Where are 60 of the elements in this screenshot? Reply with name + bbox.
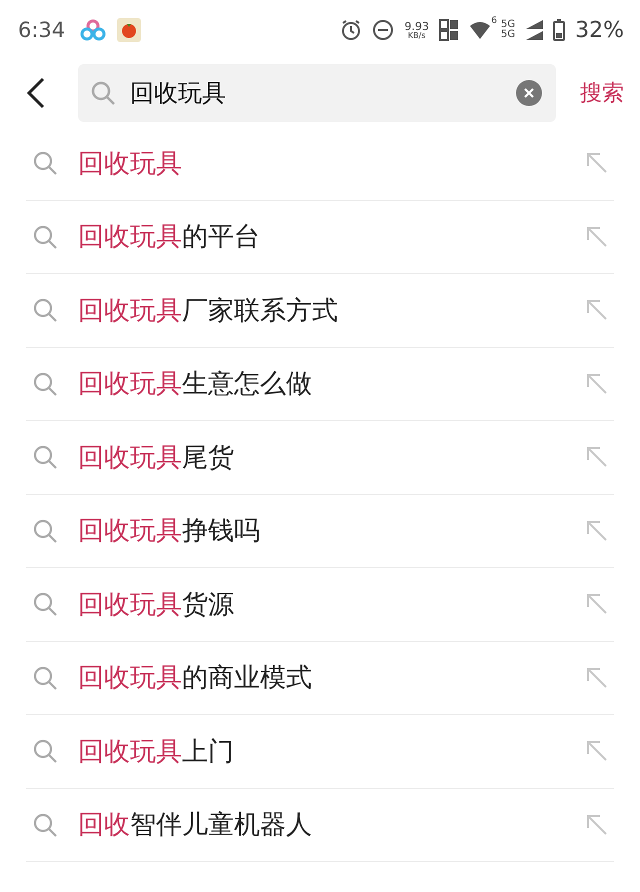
suggestion-row[interactable]: 回收玩具厂家联系方式: [26, 274, 614, 348]
suggestion-text: 回收玩具货源: [78, 588, 235, 622]
alarm-icon: [340, 19, 362, 41]
search-icon: [32, 224, 58, 250]
suggestion-text: 回收玩具挣钱吗: [78, 515, 261, 548]
suggestion-text: 回收玩具厂家联系方式: [78, 294, 339, 328]
suggestion-row[interactable]: 回收智伴儿童机器人: [26, 788, 614, 862]
suggestion-text: 回收玩具的商业模式: [78, 662, 313, 696]
suggestion-row[interactable]: 回收玩具挣钱吗: [26, 494, 614, 568]
suggestion-row[interactable]: 回收玩具生意怎么做: [26, 348, 614, 421]
suggestion-row[interactable]: 回收玩具的平台: [26, 200, 614, 274]
cloud-app-icon: [79, 18, 108, 42]
search-icon: [32, 297, 58, 324]
suggestion-text: 回收玩具: [78, 148, 183, 181]
fill-arrow-icon[interactable]: [586, 814, 608, 836]
fill-arrow-icon[interactable]: [586, 226, 608, 248]
fill-arrow-icon[interactable]: [586, 593, 608, 616]
speed-value: 9.93: [404, 20, 429, 32]
fill-arrow-icon[interactable]: [586, 152, 608, 174]
search-icon: [32, 812, 58, 838]
fill-arrow-icon[interactable]: [586, 666, 608, 689]
tomato-app-icon: [117, 18, 142, 42]
fill-arrow-icon[interactable]: [586, 740, 608, 762]
fill-arrow-icon[interactable]: [586, 299, 608, 322]
suggestion-text: 回收玩具尾货: [78, 442, 235, 475]
fill-arrow-icon[interactable]: [586, 520, 608, 542]
search-icon: [32, 518, 58, 544]
suggestion-row[interactable]: 回收玩具上门: [26, 715, 614, 788]
suggestion-row[interactable]: 回收玩具货源: [26, 568, 614, 642]
search-icon: [32, 370, 58, 397]
network-label: 5G: [500, 20, 516, 30]
suggestion-text: 回收玩具的平台: [78, 221, 261, 254]
search-query-input[interactable]: 回收玩具: [128, 78, 516, 108]
search-icon: [90, 80, 116, 106]
battery-percent: 32%: [575, 18, 624, 42]
suggestion-row[interactable]: 回收玩具尾货: [26, 421, 614, 494]
suggestion-text: 回收智伴儿童机器人: [78, 809, 313, 842]
speed-unit: KB/s: [408, 32, 426, 40]
search-icon: [32, 664, 58, 691]
close-icon: [523, 87, 535, 99]
suggestion-text: 回收玩具生意怎么做: [78, 368, 313, 402]
search-icon: [32, 150, 58, 176]
search-icon: [32, 591, 58, 618]
do-not-disturb-icon: [372, 19, 394, 41]
search-icon: [32, 738, 58, 764]
status-time: 6:34: [18, 18, 66, 42]
network-label: 5G: [500, 30, 516, 40]
fill-arrow-icon[interactable]: [586, 446, 608, 468]
suggestion-row[interactable]: 回收玩具的商业模式: [26, 642, 614, 715]
wifi-generation-label: 6: [491, 16, 497, 26]
search-button[interactable]: 搜索: [580, 78, 624, 108]
fill-arrow-icon[interactable]: [586, 372, 608, 395]
suggestion-text: 回收玩具上门: [78, 736, 235, 769]
search-icon: [32, 444, 58, 470]
clear-button[interactable]: [516, 80, 542, 106]
signal-icon: [525, 19, 544, 41]
suggestion-row[interactable]: 回收玩具: [26, 127, 614, 200]
wifi-icon: [468, 20, 491, 40]
battery-icon: [553, 19, 566, 41]
search-field[interactable]: 回收玩具: [78, 64, 556, 122]
